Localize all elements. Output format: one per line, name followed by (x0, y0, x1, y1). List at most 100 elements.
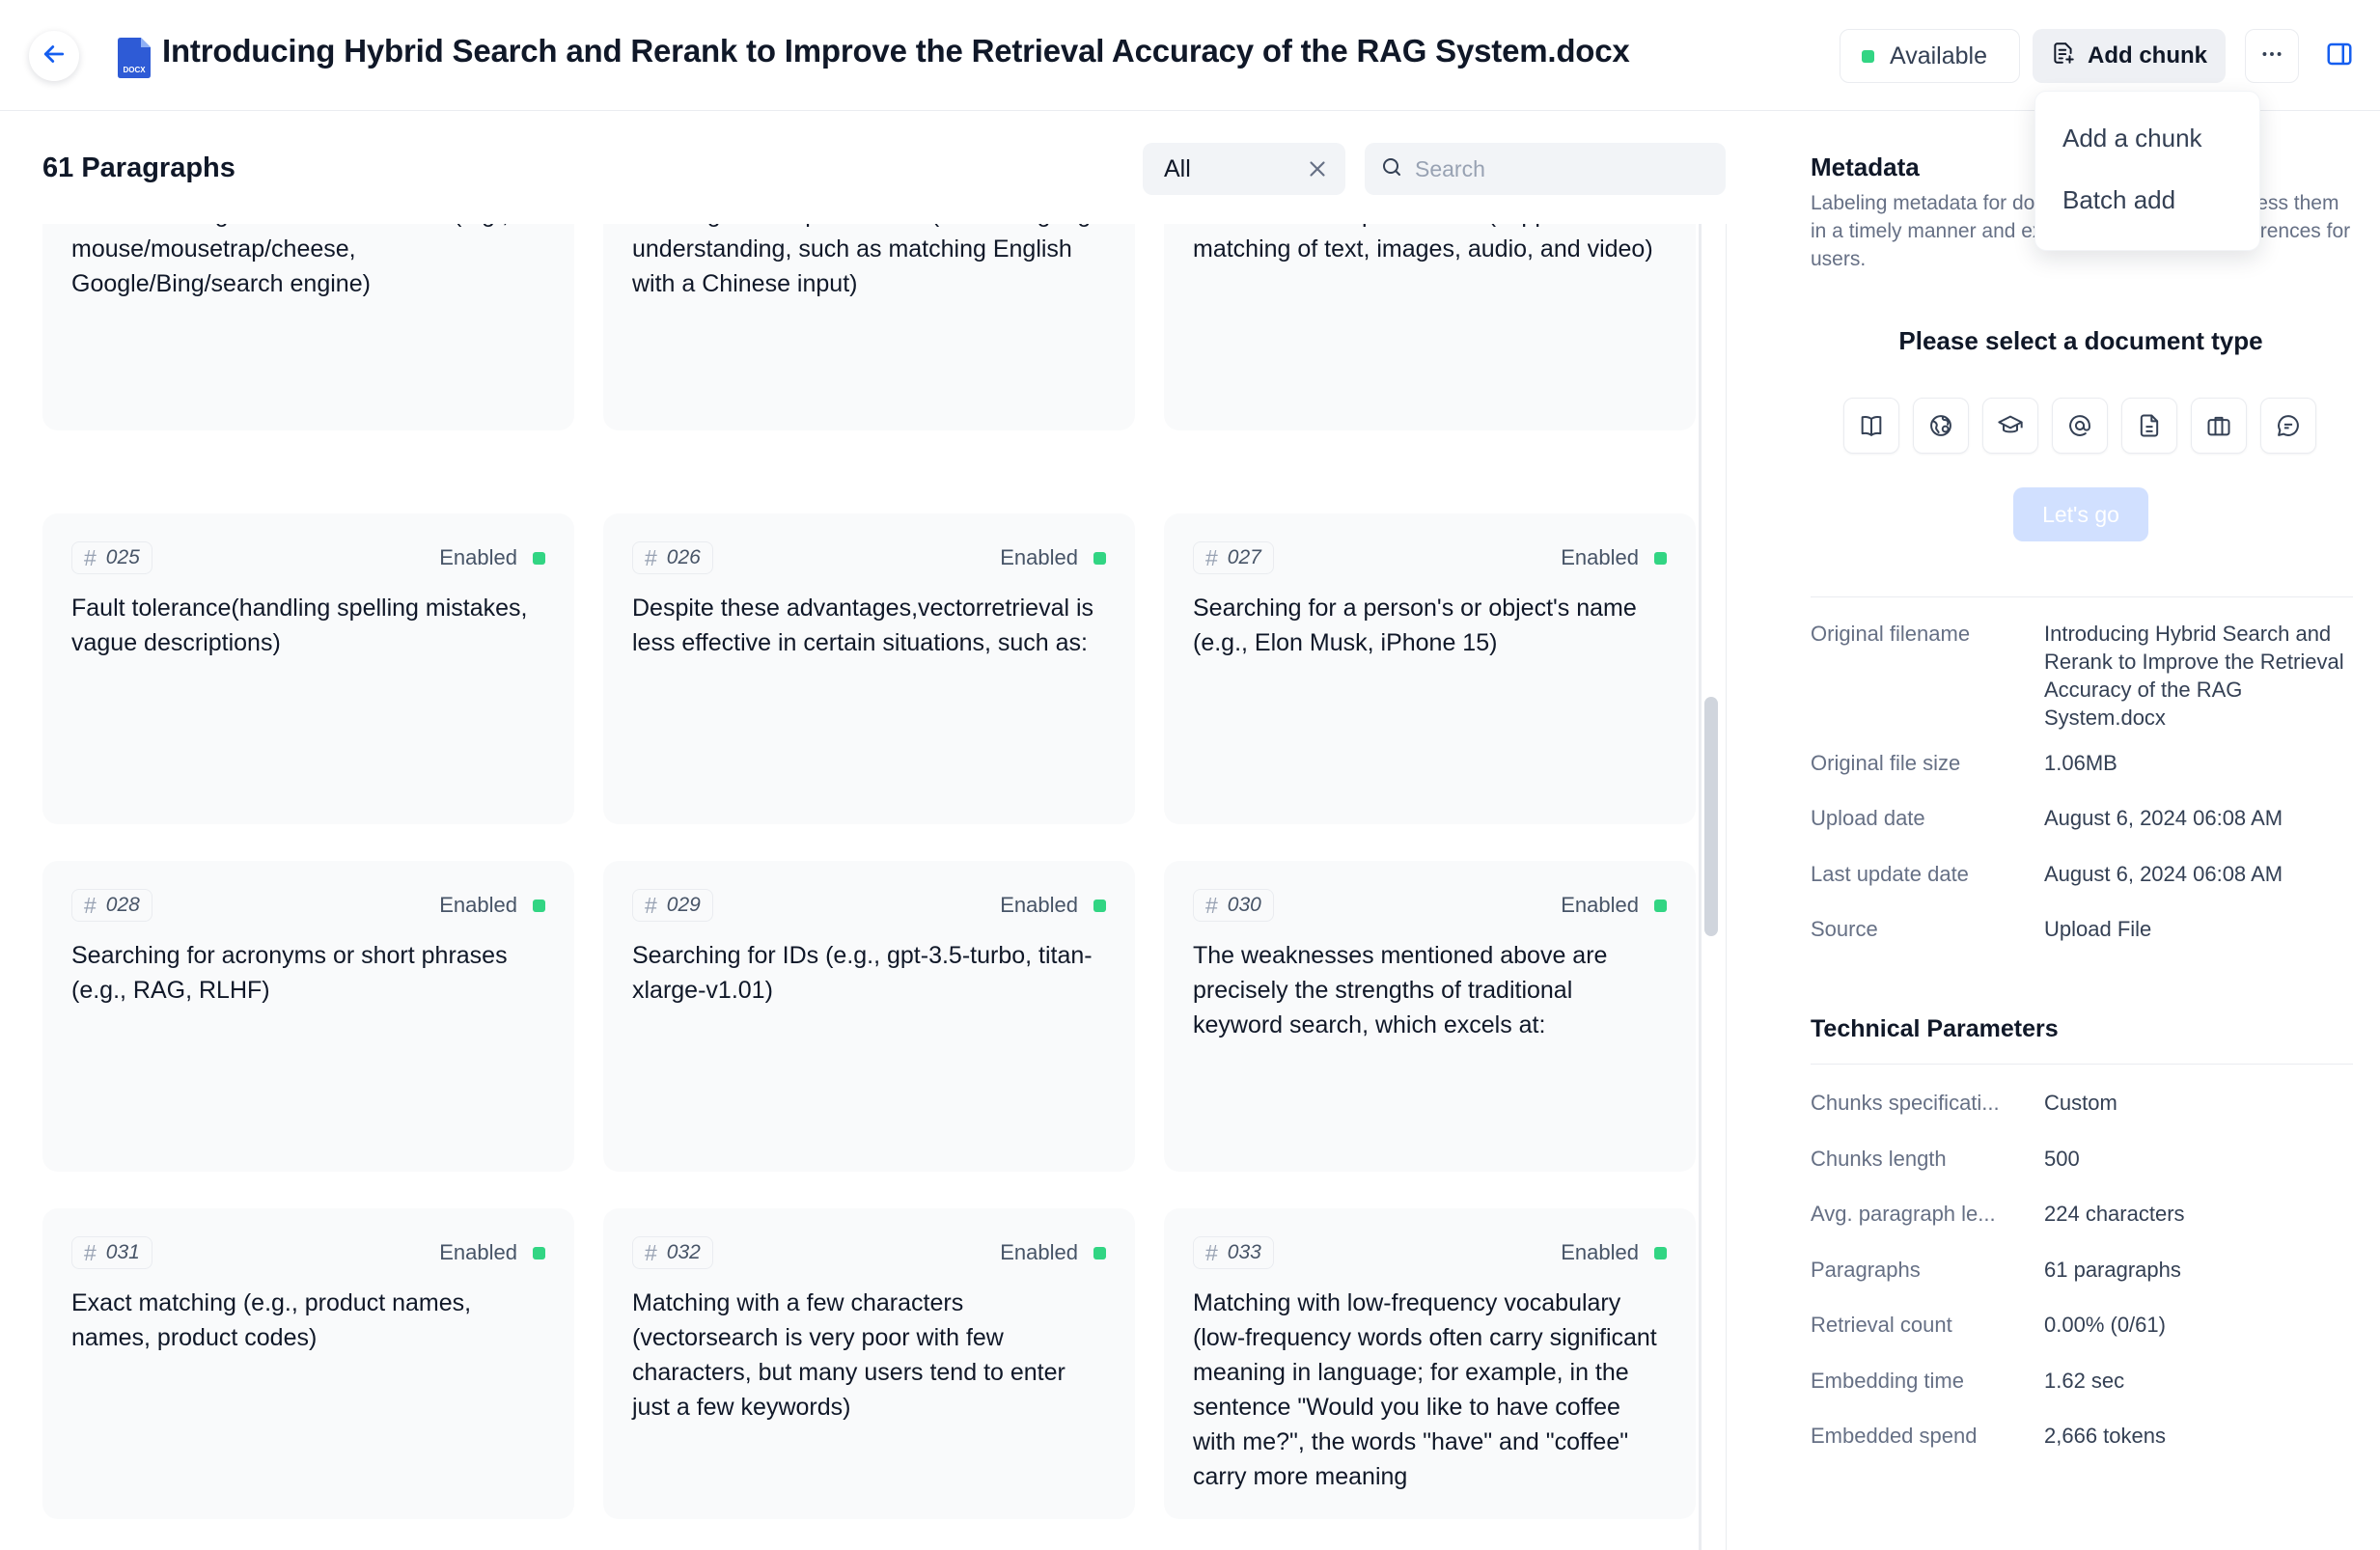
add-chunk-icon (2051, 41, 2076, 72)
hash-icon: # (645, 892, 657, 918)
more-options-button[interactable] (2245, 29, 2299, 83)
enabled-status: Enabled (439, 545, 545, 570)
hash-icon: # (1205, 544, 1218, 570)
briefcase-icon[interactable] (2191, 398, 2247, 454)
paragraph-number: #027 (1193, 541, 1274, 574)
paragraph-card[interactable]: #025 Enabled Fault tolerance(handling sp… (42, 513, 574, 824)
paragraph-card[interactable]: #030 Enabled The weaknesses mentioned ab… (1164, 861, 1696, 1172)
status-text: Available (1890, 42, 1988, 69)
paragraph-number: #030 (1193, 889, 1274, 922)
status-dot-icon (533, 1246, 545, 1259)
paragraph-card[interactable]: #033 Enabled Matching with low-frequency… (1164, 1208, 1696, 1519)
paragraph-card[interactable]: #028 Enabled Searching for acronyms or s… (42, 861, 574, 1172)
select-document-type-label: Please select a document type (1898, 326, 2263, 355)
paragraph-number: #029 (632, 889, 713, 922)
hash-icon: # (645, 1239, 657, 1265)
batch-add-menu-item[interactable]: Batch add (2035, 169, 2259, 231)
card-text: Matching with low-frequency vocabulary (… (1193, 1289, 1657, 1490)
docx-file-icon: DOCX (116, 37, 152, 79)
card-text: Matching with a few characters (vectorse… (632, 1289, 1065, 1421)
paragraph-card[interactable]: Multimodal comprehension (supports simil… (1164, 224, 1696, 430)
document-title: Introducing Hybrid Search and Rerank to … (162, 33, 1630, 69)
info-value: Introducing Hybrid Search and Rerank to … (2044, 622, 2344, 730)
chat-bubble-icon[interactable] (2260, 398, 2316, 454)
status-dot-icon (533, 551, 545, 565)
info-label: Original file size (1811, 751, 1961, 775)
panel-divider (1726, 224, 1727, 1550)
enabled-status: Enabled (1000, 545, 1106, 570)
scrollbar-thumb[interactable] (1704, 697, 1718, 936)
scrollbar-track (1699, 224, 1702, 1550)
param-value: 224 characters (2044, 1202, 2185, 1226)
param-label: Avg. paragraph le... (1811, 1202, 1996, 1226)
enabled-status: Enabled (1561, 545, 1667, 570)
paragraph-card[interactable]: Understanding of similar semantics (e.g.… (42, 224, 574, 430)
add-chunk-button[interactable]: Add chunk (2033, 29, 2226, 83)
enabled-status: Enabled (1000, 1240, 1106, 1265)
status-dot-icon (1654, 551, 1667, 565)
enabled-status: Enabled (1561, 893, 1667, 918)
paragraph-number: #028 (71, 889, 152, 922)
paragraph-number: #026 (632, 541, 713, 574)
card-text: Searching for acronyms or short phrases … (71, 942, 508, 1004)
search-icon (1380, 155, 1403, 183)
param-label: Embedded spend (1811, 1424, 1978, 1448)
panel-toggle-icon (2325, 40, 2354, 73)
at-sign-icon[interactable] (2052, 398, 2108, 454)
paragraph-card[interactable]: Multilingual comprehension (cross-langua… (603, 224, 1135, 430)
top-bar: DOCX Introducing Hybrid Search and Reran… (0, 0, 2380, 111)
param-label: Chunks length (1811, 1147, 1947, 1171)
param-label: Retrieval count (1811, 1313, 1952, 1337)
card-header: #030 Enabled (1193, 888, 1667, 923)
card-text: Exact matching (e.g., product names, nam… (71, 1289, 472, 1351)
card-text: Despite these advantages,vectorretrieval… (632, 595, 1094, 656)
paragraph-card[interactable]: #032 Enabled Matching with a few charact… (603, 1208, 1135, 1519)
card-text: The weaknesses mentioned above are preci… (1193, 942, 1608, 1038)
status-dot-icon (1862, 49, 1874, 63)
paragraph-card[interactable]: #031 Enabled Exact matching (e.g., produ… (42, 1208, 574, 1519)
document-type-options (1843, 398, 2316, 454)
technical-divider (1811, 1064, 2353, 1065)
web-icon[interactable] (1913, 398, 1969, 454)
status-dot-icon (533, 899, 545, 912)
add-a-chunk-menu-item[interactable]: Add a chunk (2035, 107, 2259, 169)
hash-icon: # (645, 544, 657, 570)
enabled-status: Enabled (1561, 1240, 1667, 1265)
card-text: Searching for IDs (e.g., gpt-3.5-turbo, … (632, 942, 1093, 1004)
info-label: Original filename (1811, 622, 1971, 646)
paragraph-card[interactable]: #029 Enabled Searching for IDs (e.g., gp… (603, 861, 1135, 1172)
book-icon[interactable] (1843, 398, 1899, 454)
svg-text:DOCX: DOCX (123, 66, 146, 74)
paragraph-grid: Understanding of similar semantics (e.g.… (42, 224, 1701, 1550)
card-header: #025 Enabled (71, 540, 545, 575)
info-label: Last update date (1811, 862, 1969, 886)
param-value: 1.62 sec (2044, 1369, 2125, 1393)
enabled-status: Enabled (1000, 893, 1106, 918)
metadata-divider (1811, 596, 2353, 597)
paragraph-count: 61 Paragraphs (42, 152, 235, 183)
card-text: Fault tolerance(handling spelling mistak… (71, 595, 528, 656)
hash-icon: # (84, 892, 97, 918)
clear-filter-icon[interactable] (1305, 156, 1330, 181)
graduation-cap-icon[interactable] (1982, 398, 2038, 454)
card-text: Multimodal comprehension (supports simil… (1193, 224, 1665, 263)
search-input[interactable] (1415, 155, 1704, 182)
file-text-icon[interactable] (2121, 398, 2177, 454)
toggle-panel-button[interactable] (2312, 29, 2366, 83)
card-header: #028 Enabled (71, 888, 545, 923)
card-text: Understanding of similar semantics (e.g.… (71, 224, 509, 297)
paragraph-number: #032 (632, 1236, 713, 1269)
lets-go-button[interactable]: Let's go (2013, 487, 2148, 541)
back-button[interactable] (29, 31, 79, 81)
paragraph-card[interactable]: #027 Enabled Searching for a person's or… (1164, 513, 1696, 824)
param-value: 2,666 tokens (2044, 1424, 2166, 1448)
param-label: Paragraphs (1811, 1258, 1921, 1282)
enabled-status: Enabled (439, 893, 545, 918)
card-text: Searching for a person's or object's nam… (1193, 595, 1637, 656)
status-dot-icon (1654, 1246, 1667, 1259)
paragraph-card[interactable]: #026 Enabled Despite these advantages,ve… (603, 513, 1135, 824)
status-filter-select[interactable]: All (1143, 143, 1345, 195)
info-value: Upload File (2044, 917, 2152, 941)
hash-icon: # (1205, 1239, 1218, 1265)
status-dot-icon (1093, 551, 1106, 565)
